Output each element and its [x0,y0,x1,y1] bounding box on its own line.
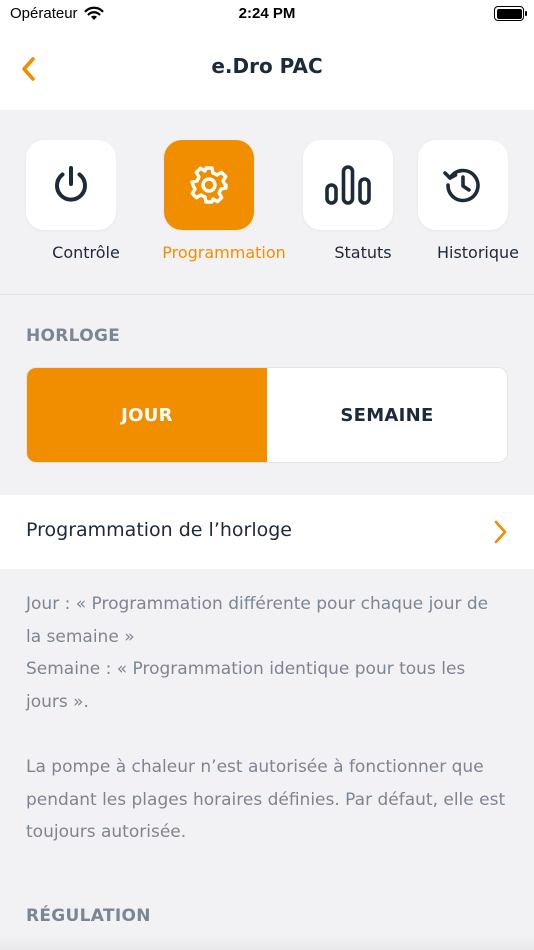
tab-tile[interactable] [303,140,393,230]
tab-label: Programmation [162,243,286,262]
tab-tile[interactable] [26,140,116,230]
history-icon [443,168,480,203]
tab-label: Historique [436,243,520,262]
navigation-bar: e.Dro PAC [0,30,534,110]
section-label-horloge: HORLOGE [26,326,121,346]
info-line-autorisation: La pompe à chaleur n’est autorisée à fon… [26,757,506,842]
section-label-regulation: RÉGULATION [26,906,151,926]
page-title: e.Dro PAC [211,54,323,78]
tab-historique[interactable]: Historique [418,140,534,270]
status-bar: Opérateur 2:24 PM [0,0,534,30]
power-icon [55,166,87,202]
clock-mode-selector: JOUR SEMAINE [26,367,508,463]
chevron-right-icon [490,515,510,549]
gear-icon [190,166,228,204]
bar-chart-icon [325,165,371,205]
segment-jour[interactable]: JOUR [27,368,267,462]
tab-label: Contrôle [52,243,120,262]
info-text: Jour : « Programmation différente pour c… [26,588,506,849]
battery-full-icon [494,6,527,21]
clock-schedule-row[interactable]: Programmation de l’horloge [0,495,534,569]
status-time: 2:24 PM [238,5,296,22]
tab-tile[interactable] [164,140,254,230]
tab-programmation[interactable]: Programmation [162,140,286,270]
section-tabs: Contrôle Programmation Statuts Historiqu… [0,110,534,295]
tab-controle[interactable]: Contrôle [26,140,146,270]
bottom-fade [0,936,534,950]
info-line-semaine: Semaine : « Programmation identique pour… [26,659,466,712]
tab-tile[interactable] [418,140,508,230]
segment-semaine[interactable]: SEMAINE [267,368,507,462]
info-line-jour: Jour : « Programmation différente pour c… [26,594,489,647]
clock-schedule-label: Programmation de l’horloge [26,519,292,541]
